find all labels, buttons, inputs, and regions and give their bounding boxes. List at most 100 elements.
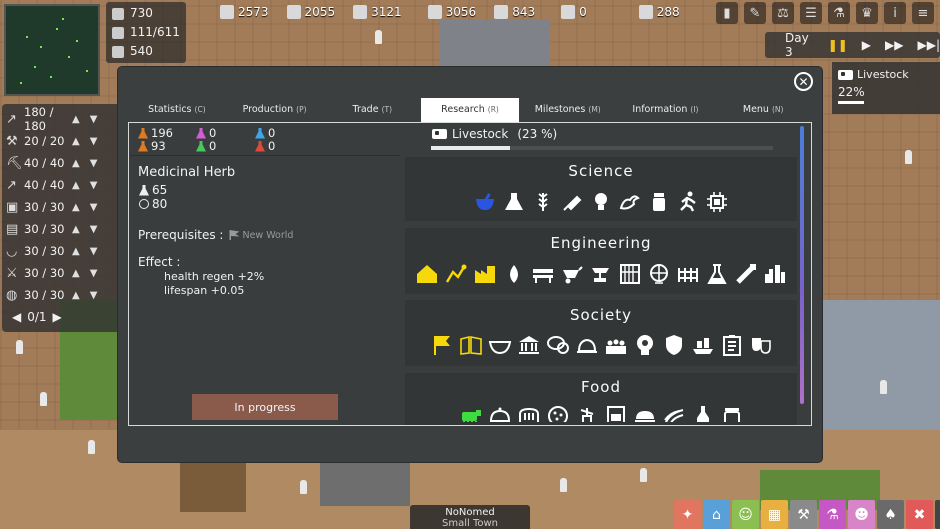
resource-iron[interactable]: 3121 <box>353 5 402 19</box>
decrease-button[interactable]: ▼ <box>90 224 98 235</box>
menu-icon[interactable]: ≡ <box>912 2 934 24</box>
fence-icon[interactable] <box>676 262 700 286</box>
build-misc-icon[interactable]: ♠ <box>877 500 904 529</box>
build-food-icon[interactable]: ☺ <box>732 500 759 529</box>
house-icon[interactable] <box>415 262 439 286</box>
stats-icon[interactable]: ▮ <box>716 2 738 24</box>
decrease-button[interactable]: ▼ <box>90 290 98 301</box>
head-idea-icon[interactable] <box>633 333 657 357</box>
beaker-icon[interactable] <box>705 262 729 286</box>
play-button[interactable]: ▶ <box>862 38 871 52</box>
villager[interactable] <box>300 480 307 494</box>
resource-stone[interactable]: 2055 <box>286 5 335 19</box>
muscle-icon[interactable] <box>618 190 642 214</box>
chip-icon[interactable] <box>705 190 729 214</box>
town-label[interactable]: NoNomed Small Town <box>410 505 530 529</box>
villager[interactable] <box>16 340 23 354</box>
bowl-icon[interactable] <box>488 333 512 357</box>
anvil-icon[interactable] <box>589 262 613 286</box>
resource-tools[interactable]: 3056 <box>427 5 476 19</box>
villager[interactable] <box>560 478 567 492</box>
field-icon[interactable] <box>662 404 686 422</box>
increase-button[interactable]: ▲ <box>72 158 80 169</box>
research-icon[interactable]: ⚗ <box>828 2 850 24</box>
wheelbarrow-icon[interactable] <box>560 262 584 286</box>
cloche-icon[interactable] <box>488 404 512 422</box>
villager[interactable] <box>640 468 647 482</box>
pill-bottle-icon[interactable] <box>647 190 671 214</box>
increase-button[interactable]: ▲ <box>72 290 80 301</box>
mortar-icon[interactable] <box>473 190 497 214</box>
loom-icon[interactable] <box>618 262 642 286</box>
runner-icon[interactable] <box>676 190 700 214</box>
increase-button[interactable]: ▲ <box>72 136 80 147</box>
oven-icon[interactable] <box>604 404 628 422</box>
fastest-button[interactable]: ▶▶| <box>918 38 940 52</box>
prev-page-button[interactable]: ◀ <box>12 310 21 324</box>
clipboard-icon[interactable] <box>720 333 744 357</box>
decrease-button[interactable]: ▼ <box>90 136 98 147</box>
villager[interactable] <box>88 440 95 454</box>
resource-grain[interactable]: 0 <box>561 5 587 19</box>
close-icon[interactable]: ✕ <box>794 72 813 91</box>
build-tools-icon[interactable]: ✦ <box>674 500 701 529</box>
factory-icon[interactable] <box>473 262 497 286</box>
city-icon[interactable] <box>763 262 787 286</box>
settings-icon[interactable]: ⚙ <box>935 500 940 529</box>
increase-button[interactable]: ▲ <box>72 180 80 191</box>
survey-icon[interactable] <box>444 262 468 286</box>
bottle-icon[interactable] <box>691 404 715 422</box>
globe-icon[interactable] <box>647 262 671 286</box>
info-icon[interactable]: i <box>884 2 906 24</box>
build-research-icon[interactable]: ⚗ <box>819 500 846 529</box>
research-tracker[interactable]: Livestock 22% <box>832 62 940 114</box>
workshop-building[interactable] <box>180 462 246 512</box>
production-icon[interactable]: ✎ <box>744 2 766 24</box>
temple-icon[interactable] <box>517 333 541 357</box>
tab-production[interactable]: Production (P) <box>226 98 324 122</box>
mill-icon[interactable] <box>575 404 599 422</box>
villager[interactable] <box>880 380 887 394</box>
increase-button[interactable]: ▲ <box>72 202 80 213</box>
flask-icon[interactable] <box>502 190 526 214</box>
crowd-icon[interactable] <box>604 333 628 357</box>
stone-building[interactable] <box>320 462 410 506</box>
prerequisite-item[interactable]: New World <box>229 230 293 241</box>
tab-statistics[interactable]: Statistics (C) <box>128 98 226 122</box>
dish-icon[interactable] <box>633 404 657 422</box>
jar-icon[interactable] <box>720 404 744 422</box>
masks-icon[interactable] <box>749 333 773 357</box>
flag-icon[interactable] <box>430 333 454 357</box>
build-storage-icon[interactable]: ▦ <box>761 500 788 529</box>
research-status-button[interactable]: In progress <box>192 394 338 420</box>
ship-icon[interactable] <box>691 333 715 357</box>
bench-icon[interactable] <box>531 262 555 286</box>
decrease-button[interactable]: ▼ <box>90 158 98 169</box>
wheat-icon[interactable] <box>531 190 555 214</box>
pipe-icon[interactable] <box>734 262 758 286</box>
resource-wood[interactable]: 2573 <box>220 5 269 19</box>
tab-research[interactable]: Research (R) <box>421 98 519 122</box>
water-drop-icon[interactable] <box>502 262 526 286</box>
increase-button[interactable]: ▲ <box>72 268 80 279</box>
tab-milestones[interactable]: Milestones (M) <box>519 98 617 122</box>
villager[interactable] <box>905 150 912 164</box>
increase-button[interactable]: ▲ <box>72 114 80 125</box>
cow-icon[interactable] <box>459 404 483 422</box>
lightbulb-icon[interactable] <box>589 190 613 214</box>
bell-icon[interactable] <box>575 333 599 357</box>
increase-button[interactable]: ▲ <box>72 224 80 235</box>
milestones-icon[interactable]: ♛ <box>856 2 878 24</box>
pause-button[interactable]: ❚❚ <box>828 38 848 52</box>
bread-icon[interactable] <box>517 404 541 422</box>
next-page-button[interactable]: ▶ <box>53 310 62 324</box>
decrease-button[interactable]: ▼ <box>90 268 98 279</box>
tab-menu[interactable]: Menu (N) <box>714 98 812 122</box>
fast-forward-button[interactable]: ▶▶ <box>885 38 903 52</box>
build-culture-icon[interactable]: ☻ <box>848 500 875 529</box>
syringe-icon[interactable] <box>560 190 584 214</box>
tech-tree-scrollbar[interactable] <box>800 126 804 404</box>
decrease-button[interactable]: ▼ <box>90 246 98 257</box>
decrease-button[interactable]: ▼ <box>90 180 98 191</box>
cookie-icon[interactable] <box>546 404 570 422</box>
